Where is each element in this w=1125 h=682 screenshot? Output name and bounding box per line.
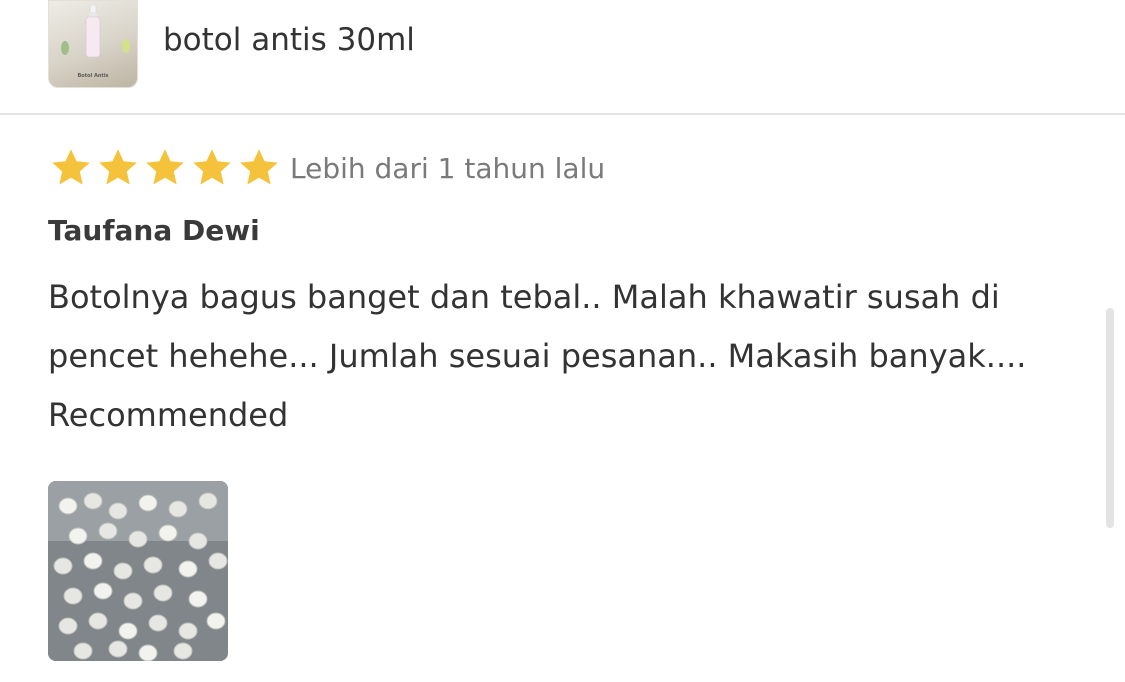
bottle-cap-shape (188, 532, 208, 550)
bottle-cap-shape (178, 622, 198, 640)
bottle-cap-shape (123, 592, 143, 610)
bottle-cap-shape (113, 562, 133, 580)
bottle-cap-shape (138, 644, 158, 661)
scrollbar-thumb[interactable] (1106, 308, 1114, 528)
review-photo[interactable] (48, 481, 228, 661)
bottle-cap-shape (108, 502, 128, 520)
bottle-cap-shape (143, 556, 163, 574)
bottle-cap-shape (188, 590, 208, 608)
star-rating (48, 145, 282, 191)
reviewer-name: Taufana Dewi (48, 214, 260, 247)
star-icon (99, 149, 137, 185)
bottle-cap-shape (108, 640, 128, 658)
star-icon (240, 149, 278, 185)
bottle-cap-shape (88, 612, 108, 630)
bottle-cap-shape (53, 557, 73, 575)
star-icon (52, 149, 90, 185)
leaf-decoration (61, 41, 69, 55)
bottle-caps-image (48, 481, 228, 661)
bottle-cap-shape (153, 584, 173, 602)
bottle-cap-shape (83, 552, 103, 570)
bottle-cap-shape (168, 500, 188, 518)
product-row[interactable]: Botol Antis botol antis 30ml (0, 0, 1125, 113)
star-icon (146, 149, 184, 185)
review-text: Botolnya bagus banget dan tebal.. Malah … (48, 278, 1027, 434)
scrollbar[interactable] (1106, 308, 1114, 528)
bottle-cap-shape (198, 492, 218, 510)
bottle-cap-shape (178, 560, 198, 578)
bottle-cap-shape (58, 497, 78, 515)
bottle-cap-shape (158, 524, 178, 542)
thumbnail-caption: Botol Antis (77, 73, 109, 79)
bottle-cap-shape (63, 587, 83, 605)
bottle-cap-shape (68, 527, 88, 545)
review-time: Lebih dari 1 tahun lalu (290, 151, 606, 185)
bottle-cap-shape (73, 642, 93, 660)
bottle-cap-shape (173, 642, 193, 660)
bottle-cap-shape (208, 552, 228, 570)
rating-row: Lebih dari 1 tahun lalu (48, 147, 605, 189)
bottle-cap-shape (148, 614, 168, 632)
bottle-cap-shape (128, 530, 148, 548)
divider (0, 113, 1125, 115)
product-thumbnail[interactable]: Botol Antis (48, 0, 138, 88)
bottle-icon (85, 5, 101, 58)
bottle-cap-shape (58, 617, 78, 635)
leaf-decoration (122, 39, 130, 53)
bottle-cap-shape (206, 612, 226, 630)
bottle-cap-shape (83, 492, 103, 510)
bottle-cap-shape (118, 622, 138, 640)
product-name[interactable]: botol antis 30ml (163, 22, 415, 58)
bottle-cap-shape (98, 522, 118, 540)
bottle-cap-shape (138, 494, 158, 512)
star-icon (193, 149, 231, 185)
bottle-cap-shape (93, 582, 113, 600)
